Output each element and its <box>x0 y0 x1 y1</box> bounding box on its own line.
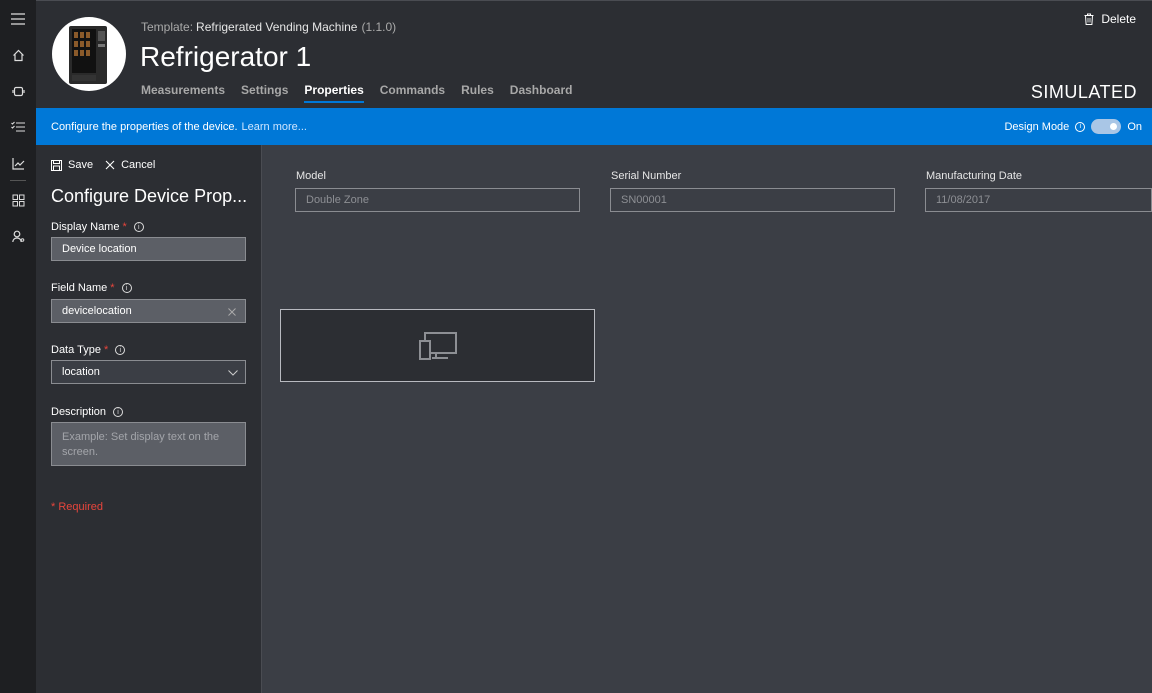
toggle-knob <box>1110 123 1118 130</box>
banner-text: Configure the properties of the device. <box>51 120 238 133</box>
tab-dashboard[interactable]: Dashboard <box>510 83 573 103</box>
field-name-label-text: Field Name <box>51 282 108 294</box>
info-icon: i <box>133 222 144 232</box>
data-type-select[interactable]: location <box>51 360 246 384</box>
cancel-button[interactable]: Cancel <box>105 159 155 171</box>
design-mode-state: On <box>1127 120 1142 133</box>
save-label: Save <box>68 159 94 171</box>
field-name-value: devicelocation <box>62 305 132 317</box>
tab-commands[interactable]: Commands <box>380 83 445 103</box>
device-tabs: Measurements Settings Properties Command… <box>141 83 572 103</box>
user-admin-icon[interactable] <box>9 227 27 245</box>
device-image <box>52 17 126 91</box>
home-icon[interactable] <box>9 46 27 64</box>
tasks-icon[interactable] <box>9 118 27 136</box>
info-icon: i <box>1075 121 1086 132</box>
tab-rules[interactable]: Rules <box>461 83 494 103</box>
device-header: Template: Refrigerated Vending Machine (1.… <box>36 0 1152 108</box>
save-icon <box>51 159 62 171</box>
panel-actions: Save Cancel <box>51 159 155 171</box>
device-title: Refrigerator 1 <box>140 41 312 72</box>
analytics-icon[interactable] <box>9 154 27 172</box>
properties-canvas: Model Double Zone Serial Number SN00001 … <box>263 145 1152 693</box>
display-name-input[interactable]: Device location <box>51 237 246 261</box>
learn-more-link[interactable]: Learn more... <box>242 121 307 133</box>
configure-panel: Save Cancel Configure Device Prop... Dis… <box>36 145 262 693</box>
tab-measurements[interactable]: Measurements <box>141 83 225 103</box>
serial-number-label: Serial Number <box>611 170 682 182</box>
manufacturing-date-input[interactable]: 11/08/2017 <box>925 188 1152 212</box>
template-version: (1.1.0) <box>361 20 397 34</box>
info-icon: i <box>113 407 124 417</box>
display-name-label: Display Name * i <box>51 221 144 233</box>
location-property-tile[interactable] <box>280 309 595 382</box>
field-name-input[interactable]: devicelocation <box>51 299 246 323</box>
save-button[interactable]: Save <box>51 159 93 171</box>
devices-icon[interactable] <box>9 82 27 100</box>
close-icon <box>105 160 115 170</box>
design-mode-control: Design Mode i On <box>1004 108 1142 145</box>
info-icon: i <box>115 345 126 355</box>
description-textarea[interactable]: Example: Set display text on the screen. <box>51 422 246 466</box>
clear-icon[interactable] <box>228 308 236 316</box>
model-input[interactable]: Double Zone <box>295 188 580 212</box>
required-note: * Required <box>51 501 103 513</box>
design-mode-label: Design Mode <box>1004 120 1070 133</box>
panel-title: Configure Device Prop... <box>51 186 248 206</box>
template-info: Template: Refrigerated Vending Machine (1.… <box>141 20 396 34</box>
tab-properties[interactable]: Properties <box>304 83 364 103</box>
delete-label: Delete <box>1101 12 1136 26</box>
description-label-text: Description <box>51 406 107 418</box>
info-icon: i <box>121 283 132 293</box>
display-name-label-text: Display Name <box>51 221 120 233</box>
field-name-label: Field Name * i <box>51 282 132 294</box>
required-asterisk: * <box>110 282 115 294</box>
simulated-badge: SIMULATED <box>1030 82 1137 102</box>
template-name[interactable]: Refrigerated Vending Machine <box>196 20 357 34</box>
info-banner: Configure the properties of the device. … <box>36 108 1152 145</box>
description-label: Description i <box>51 406 124 418</box>
device-monitor-icon <box>418 331 457 360</box>
required-asterisk: * <box>122 221 127 233</box>
data-type-label: Data Type * i <box>51 344 126 356</box>
left-nav-rail <box>0 0 36 693</box>
tab-settings[interactable]: Settings <box>241 83 288 103</box>
template-label: Template: <box>141 20 194 34</box>
dashboard-grid-icon[interactable] <box>9 191 27 209</box>
data-type-value: location <box>62 366 100 378</box>
trash-icon <box>1084 13 1094 25</box>
cancel-label: Cancel <box>121 159 156 171</box>
nav-divider <box>10 180 26 181</box>
serial-number-input[interactable]: SN00001 <box>610 188 895 212</box>
required-asterisk: * <box>103 344 109 356</box>
data-type-label-text: Data Type <box>51 344 101 356</box>
chevron-down-icon <box>228 370 238 376</box>
model-label: Model <box>296 170 326 182</box>
manufacturing-date-label: Manufacturing Date <box>926 170 1022 182</box>
design-mode-toggle[interactable] <box>1091 119 1122 134</box>
delete-button[interactable]: Delete <box>1084 12 1136 26</box>
hamburger-menu-icon[interactable] <box>9 10 27 28</box>
